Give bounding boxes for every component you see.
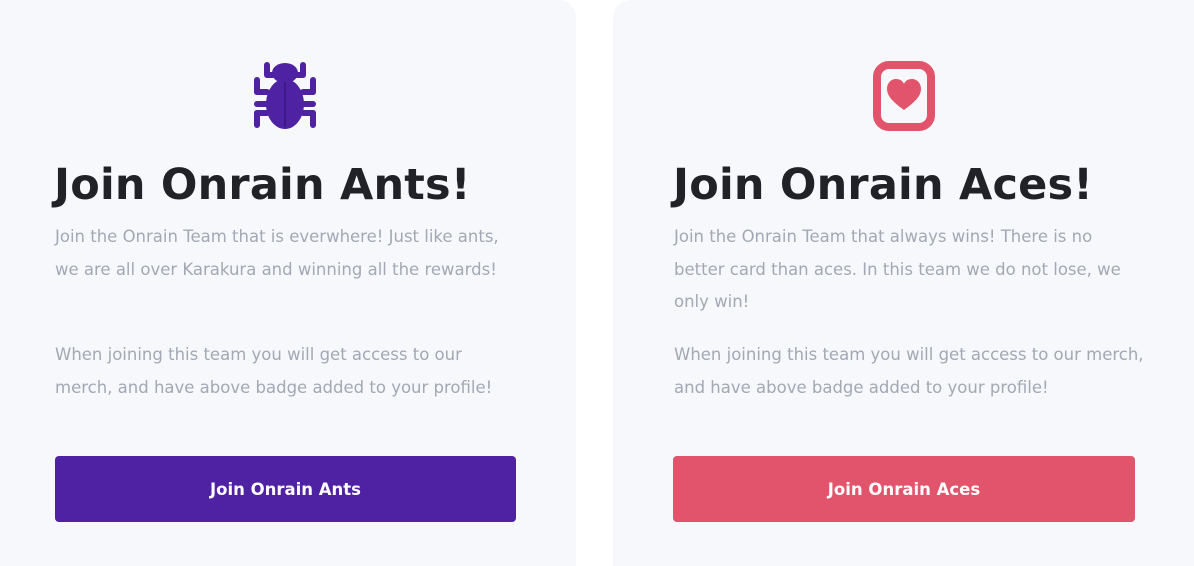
team-title: Join Onrain Ants! <box>54 160 471 210</box>
team-description: Join the Onrain Team that always wins! T… <box>674 227 1121 311</box>
team-card-ants: Join Onrain Ants! Join the Onrain Team t… <box>0 0 576 566</box>
team-title: Join Onrain Aces! <box>673 160 1094 210</box>
team-selection: Join Onrain Ants! Join the Onrain Team t… <box>0 0 1194 566</box>
bug-icon <box>254 60 316 132</box>
join-aces-button[interactable]: Join Onrain Aces <box>673 456 1135 522</box>
team-benefits: When joining this team you will get acce… <box>55 345 493 397</box>
heart-card-icon <box>873 60 935 132</box>
team-benefits: When joining this team you will get acce… <box>674 345 1144 397</box>
team-card-aces: Join Onrain Aces! Join the Onrain Team t… <box>613 0 1194 566</box>
join-ants-button[interactable]: Join Onrain Ants <box>55 456 516 522</box>
team-description: Join the Onrain Team that is everwhere! … <box>55 227 499 279</box>
